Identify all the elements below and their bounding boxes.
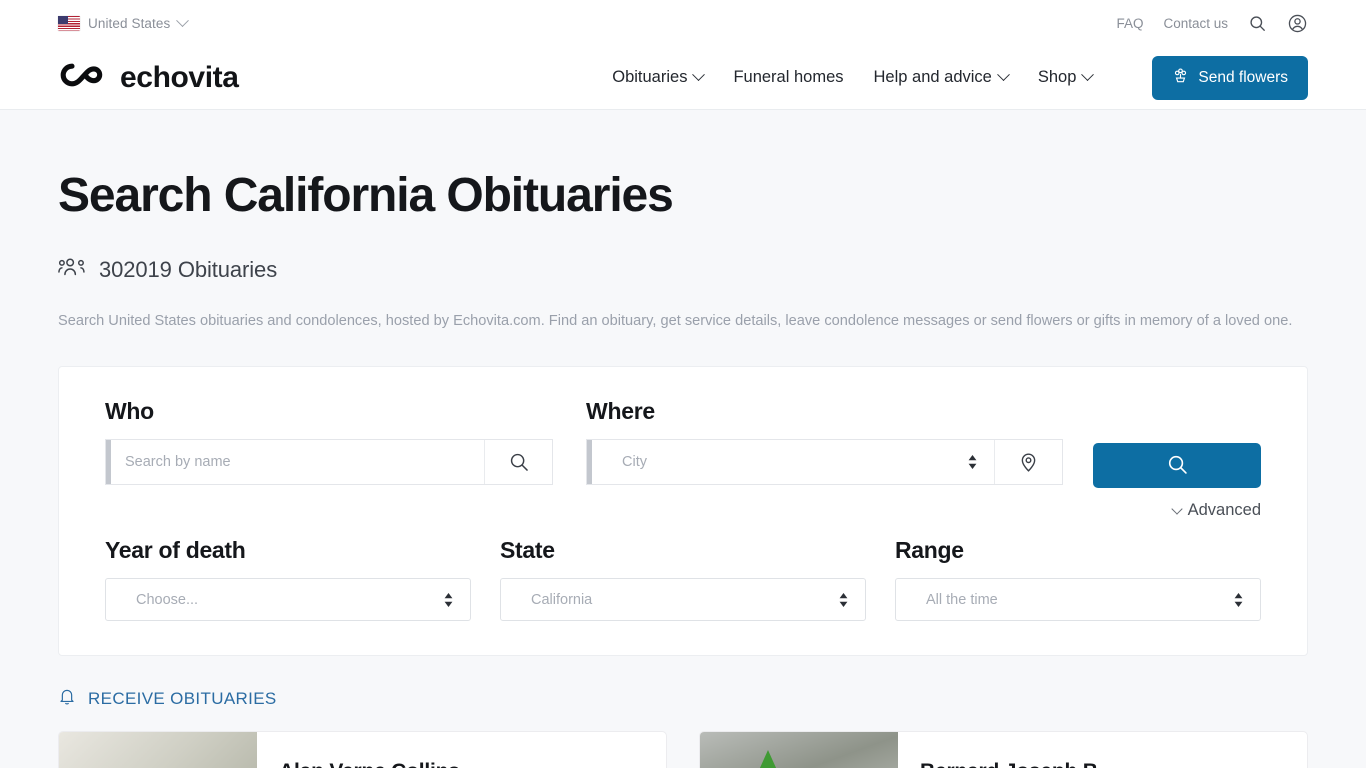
bell-icon	[58, 687, 76, 711]
search-submit-area: Advanced	[1093, 398, 1261, 520]
search-icon	[1166, 453, 1189, 479]
us-flag-icon	[58, 15, 80, 31]
nav-item-shop[interactable]: Shop	[1037, 68, 1095, 87]
nav-label: Obituaries	[612, 68, 688, 86]
range-select[interactable]: All the time	[896, 579, 1260, 621]
nav-item-funeral-homes[interactable]: Funeral homes	[733, 68, 843, 87]
state-shell: California	[500, 578, 866, 622]
obituary-card-body: Bernard Joseph B...	[898, 732, 1307, 768]
chevron-down-icon	[1170, 502, 1183, 515]
who-search-button[interactable]	[484, 440, 553, 485]
obituary-count-text: 302019 Obituaries	[99, 256, 278, 282]
receive-obituaries-header[interactable]: RECEIVE OBITUARIES	[58, 687, 1308, 711]
page-title: Search California Obituaries	[58, 169, 674, 222]
year-of-death-select[interactable]: Choose...	[106, 579, 470, 621]
brand-name: echovita	[120, 60, 239, 94]
year-of-death-shell: Choose...	[105, 578, 471, 622]
nav-item-obituaries[interactable]: Obituaries	[612, 68, 706, 87]
site-header: United States FAQ Contact us echovita Ob…	[0, 0, 1366, 110]
primary-nav: Obituaries Funeral homes Help and advice…	[612, 55, 1308, 100]
contact-us-link[interactable]: Contact us	[1163, 16, 1228, 31]
where-input-shell: City	[586, 439, 1063, 486]
nav-item-help-and-advice[interactable]: Help and advice	[873, 68, 1010, 87]
obituary-name: Bernard Joseph B...	[920, 760, 1285, 768]
infinity-logo-icon	[58, 61, 110, 94]
locate-me-button[interactable]	[994, 440, 1062, 485]
year-of-death-label: Year of death	[105, 537, 246, 564]
site-logo[interactable]: echovita	[58, 61, 239, 95]
state-group: State California	[500, 537, 866, 622]
search-name-input[interactable]	[111, 440, 485, 485]
main-navbar: echovita Obituaries Funeral homes Help a…	[0, 46, 1366, 109]
obituary-card[interactable]: Alan Verne Collins	[58, 731, 667, 768]
obituary-photo	[700, 732, 898, 768]
year-of-death-group: Year of death Choose...	[105, 537, 471, 622]
search-panel: Who Where City	[58, 366, 1308, 657]
who-label: Who	[105, 398, 154, 425]
state-select[interactable]: California	[501, 579, 865, 621]
user-account-icon[interactable]	[1287, 13, 1308, 34]
chevron-down-icon	[996, 68, 1010, 82]
nav-label: Funeral homes	[733, 68, 844, 86]
nav-label: Help and advice	[873, 68, 992, 86]
city-select-wrap: City	[592, 440, 994, 485]
where-field-group: Where City	[586, 398, 1063, 486]
receive-obituaries-label: RECEIVE OBITUARIES	[88, 689, 277, 709]
chevron-down-icon	[1081, 68, 1095, 82]
page-content: Search California Obituaries 302019 Obit…	[0, 168, 1366, 768]
faq-link[interactable]: FAQ	[1116, 16, 1143, 31]
page-description: Search United States obituaries and cond…	[58, 313, 1293, 330]
chevron-down-icon	[692, 68, 706, 82]
who-field-group: Who	[105, 398, 554, 486]
country-label: United States	[88, 15, 171, 31]
people-group-icon	[58, 256, 86, 283]
where-label: Where	[586, 398, 655, 425]
advanced-toggle[interactable]: Advanced	[1170, 501, 1261, 520]
obituary-count: 302019 Obituaries	[58, 256, 1308, 283]
city-select[interactable]: City	[592, 440, 994, 485]
send-flowers-button[interactable]: Send flowers	[1152, 55, 1308, 100]
obituary-cards: Alan Verne Collins Bernard Joseph B...	[58, 731, 1308, 768]
obituary-photo	[59, 732, 257, 768]
obituary-card-body: Alan Verne Collins	[257, 732, 666, 768]
search-primary-row: Who Where City	[105, 398, 1261, 520]
search-filters-row: Year of death Choose... State California…	[105, 537, 1261, 622]
flower-bouquet-icon	[1172, 67, 1189, 89]
nav-label: Shop	[1037, 68, 1077, 86]
range-group: Range All the time	[895, 537, 1261, 622]
range-label: Range	[895, 537, 964, 564]
state-label: State	[500, 537, 555, 564]
advanced-label: Advanced	[1187, 501, 1261, 520]
who-input-shell	[105, 439, 554, 486]
topbar-links: FAQ Contact us	[1116, 13, 1308, 34]
search-icon[interactable]	[1248, 14, 1267, 33]
country-selector[interactable]: United States	[58, 13, 190, 31]
send-flowers-label: Send flowers	[1198, 68, 1288, 86]
obituary-card[interactable]: Bernard Joseph B...	[699, 731, 1308, 768]
utility-topbar: United States FAQ Contact us	[0, 0, 1366, 46]
obituary-name: Alan Verne Collins	[279, 760, 644, 768]
chevron-down-icon	[176, 13, 190, 27]
range-shell: All the time	[895, 578, 1261, 622]
search-submit-button[interactable]	[1093, 443, 1261, 489]
